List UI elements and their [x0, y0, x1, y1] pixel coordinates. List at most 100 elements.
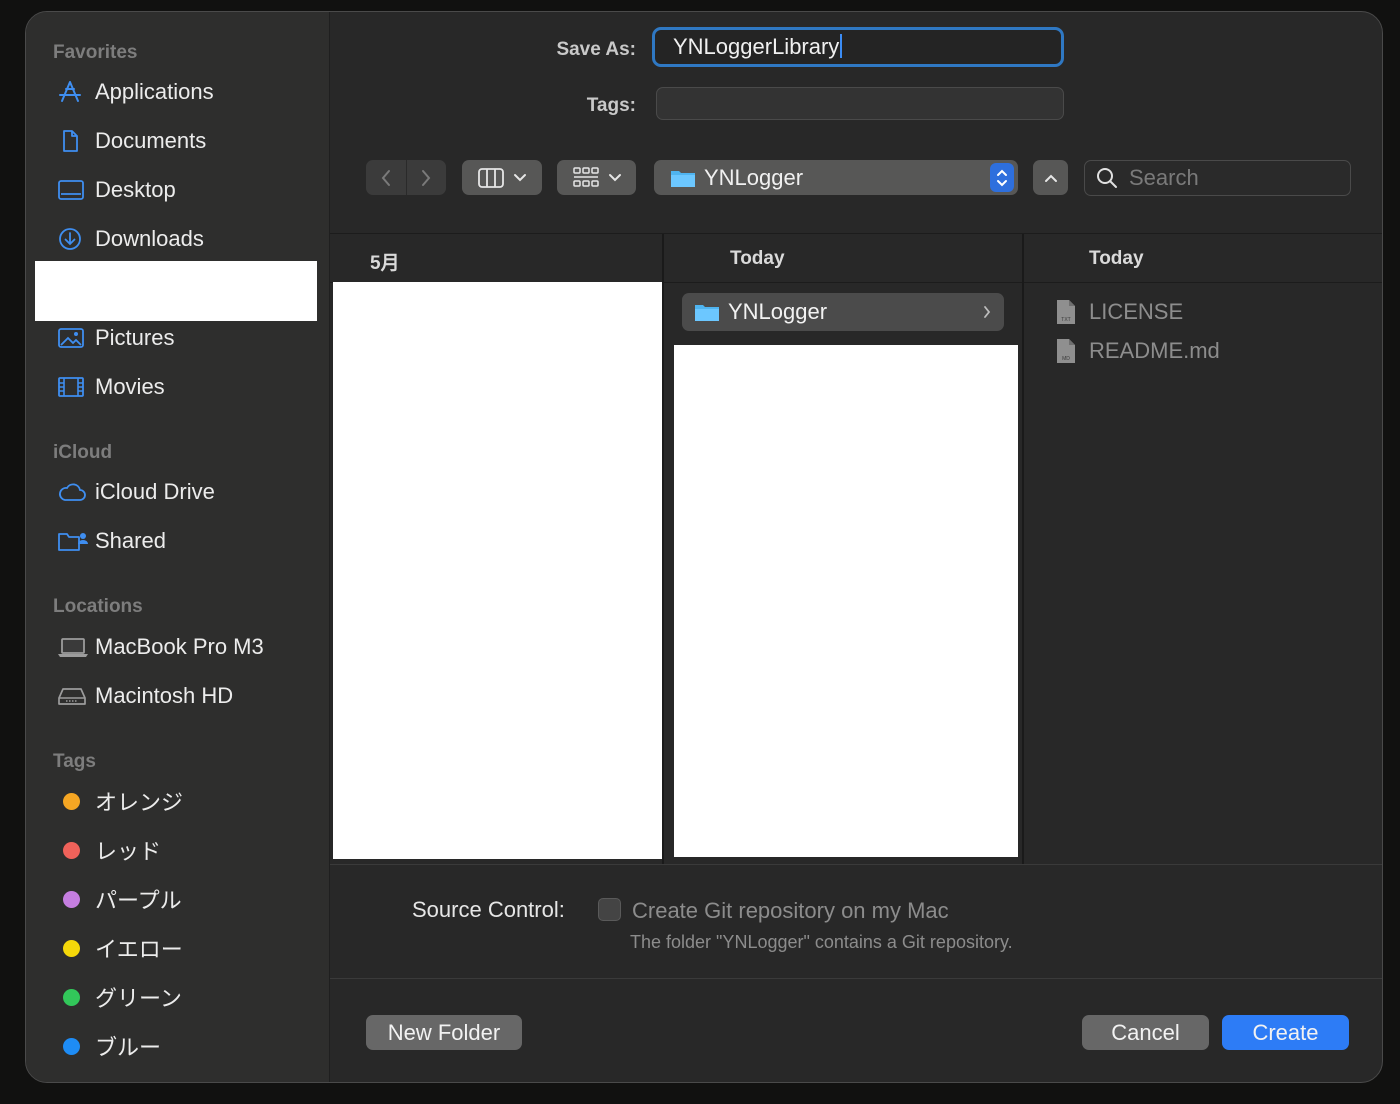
sidebar-item-label: ブルー [95, 1035, 162, 1060]
svg-text:MD: MD [1062, 356, 1070, 362]
sidebar-item-label: イエロー [95, 937, 183, 962]
save-as-input[interactable]: YNLoggerLibrary [652, 27, 1064, 67]
section-label-icloud: iCloud [53, 442, 113, 463]
chevron-up-icon [1044, 174, 1057, 182]
sidebar-item-redacted[interactable] [35, 261, 317, 321]
sidebar-item-documents[interactable]: Documents [34, 119, 310, 163]
sidebar-item-movies[interactable]: Movies [34, 365, 310, 409]
folder-icon [695, 305, 719, 321]
sidebar-tag-blue[interactable]: ブルー [34, 1024, 310, 1068]
sidebar-item-label: オレンジ [95, 790, 184, 815]
sidebar-item-label: Movies [95, 374, 165, 399]
sidebar-item-applications[interactable]: Applications [34, 70, 310, 114]
new-folder-button[interactable]: New Folder [366, 1015, 522, 1050]
search-icon [1097, 168, 1117, 188]
sidebar-item-pictures[interactable]: Pictures [34, 316, 310, 360]
back-button[interactable] [366, 160, 407, 195]
sidebar-item-label: パープル [95, 888, 182, 913]
sidebar-item-label: Desktop [95, 177, 176, 202]
location-popup[interactable]: YNLogger [654, 160, 1018, 195]
cloud-icon [57, 478, 89, 506]
sidebar-item-label: Shared [95, 528, 166, 553]
list-item[interactable]: MD README.md [1055, 338, 1220, 364]
desktop-icon [57, 176, 89, 204]
footer-divider [330, 978, 1382, 979]
sidebar-item-macbook[interactable]: MacBook Pro M3 [34, 625, 310, 669]
sidebar-tag-purple[interactable]: パープル [34, 877, 310, 921]
sidebar-tag-red[interactable]: レッド [34, 828, 310, 872]
document-icon [57, 127, 89, 155]
sidebar-item-label: Applications [95, 79, 214, 104]
save-as-label: Save As: [556, 39, 636, 60]
downloads-icon [57, 225, 89, 253]
column-header: Today [664, 234, 1022, 283]
svg-text:TXT: TXT [1061, 317, 1070, 323]
browser-column-3[interactable]: Today [1024, 234, 1382, 864]
back-forward-group [366, 160, 446, 195]
browser-bottom-divider [330, 864, 1382, 865]
sidebar-item-downloads[interactable]: Downloads [34, 217, 310, 261]
cancel-button[interactable]: Cancel [1082, 1015, 1209, 1050]
redacted-area [674, 345, 1018, 857]
sidebar-item-icloud-drive[interactable]: iCloud Drive [34, 470, 310, 514]
search-field[interactable]: Search [1084, 160, 1351, 196]
sidebar-item-label: Documents [95, 128, 207, 153]
sidebar-item-macintosh-hd[interactable]: Macintosh HD [34, 674, 310, 718]
save-as-value: YNLoggerLibrary [673, 34, 840, 59]
list-item-label: LICENSE [1089, 299, 1184, 324]
view-mode-button[interactable] [462, 160, 542, 195]
list-item-label: README.md [1089, 338, 1220, 363]
chevron-down-icon [608, 173, 621, 181]
source-control-label: Source Control: [412, 897, 565, 922]
location-label: YNLogger [704, 164, 804, 190]
create-button[interactable]: Create [1222, 1015, 1349, 1050]
group-button[interactable] [557, 160, 636, 195]
forward-button[interactable] [407, 160, 447, 195]
git-repo-checkbox-label[interactable]: Create Git repository on my Mac [632, 898, 949, 924]
redacted-area [333, 282, 662, 859]
sidebar-item-label: Pictures [95, 325, 175, 350]
grid-group-icon [572, 166, 599, 187]
tag-dot-red [63, 841, 80, 859]
text-file-icon: TXT [1057, 300, 1075, 324]
column-header-label: 5月 [370, 253, 400, 274]
list-item[interactable]: TXT LICENSE [1055, 299, 1183, 325]
sidebar-item-label: グリーン [95, 986, 182, 1011]
markdown-file-icon: MD [1057, 339, 1075, 363]
laptop-icon [57, 633, 89, 661]
tags-input[interactable] [656, 87, 1064, 120]
sidebar-item-shared[interactable]: Shared [34, 519, 310, 563]
sidebar-tag-orange[interactable]: オレンジ [34, 779, 310, 823]
pictures-icon [57, 324, 89, 352]
applications-icon [57, 78, 89, 106]
sidebar-item-desktop[interactable]: Desktop [34, 168, 310, 212]
shared-folder-icon [57, 527, 89, 555]
main-area: Save As: YNLoggerLibrary Tags: YNLogger [330, 12, 1382, 1082]
folder-icon [671, 170, 695, 187]
enclosing-folder-button[interactable] [1033, 160, 1068, 195]
sidebar-tag-green[interactable]: グリーン [34, 975, 310, 1019]
tag-dot-blue [63, 1037, 80, 1055]
tag-dot-purple [63, 890, 80, 908]
git-repo-checkbox[interactable] [598, 898, 621, 921]
save-dialog: Favorites Applications Documents Desktop… [25, 11, 1383, 1083]
sidebar: Favorites Applications Documents Desktop… [26, 12, 330, 1082]
tag-dot-orange [63, 792, 80, 810]
git-repo-note: The folder "YNLogger" contains a Git rep… [630, 932, 1013, 952]
sidebar-item-label: Downloads [95, 226, 204, 251]
section-label-tags: Tags [53, 751, 96, 772]
sidebar-tag-yellow[interactable]: イエロー [34, 926, 310, 970]
chevron-right-icon [422, 169, 431, 186]
chevron-left-icon [381, 169, 390, 186]
list-item-label: YNLogger [728, 299, 828, 324]
sidebar-item-label: Macintosh HD [95, 683, 234, 708]
movies-icon [57, 373, 89, 401]
column-header: Today [1024, 234, 1382, 283]
column-header-label: Today [730, 248, 785, 269]
search-placeholder: Search [1129, 165, 1199, 190]
tag-dot-yellow [63, 939, 80, 957]
hard-drive-icon [57, 682, 89, 710]
sidebar-item-label: レッド [95, 839, 162, 864]
list-item-selected[interactable]: YNLogger [682, 293, 1004, 331]
up-down-chevron-icon [990, 163, 1014, 192]
